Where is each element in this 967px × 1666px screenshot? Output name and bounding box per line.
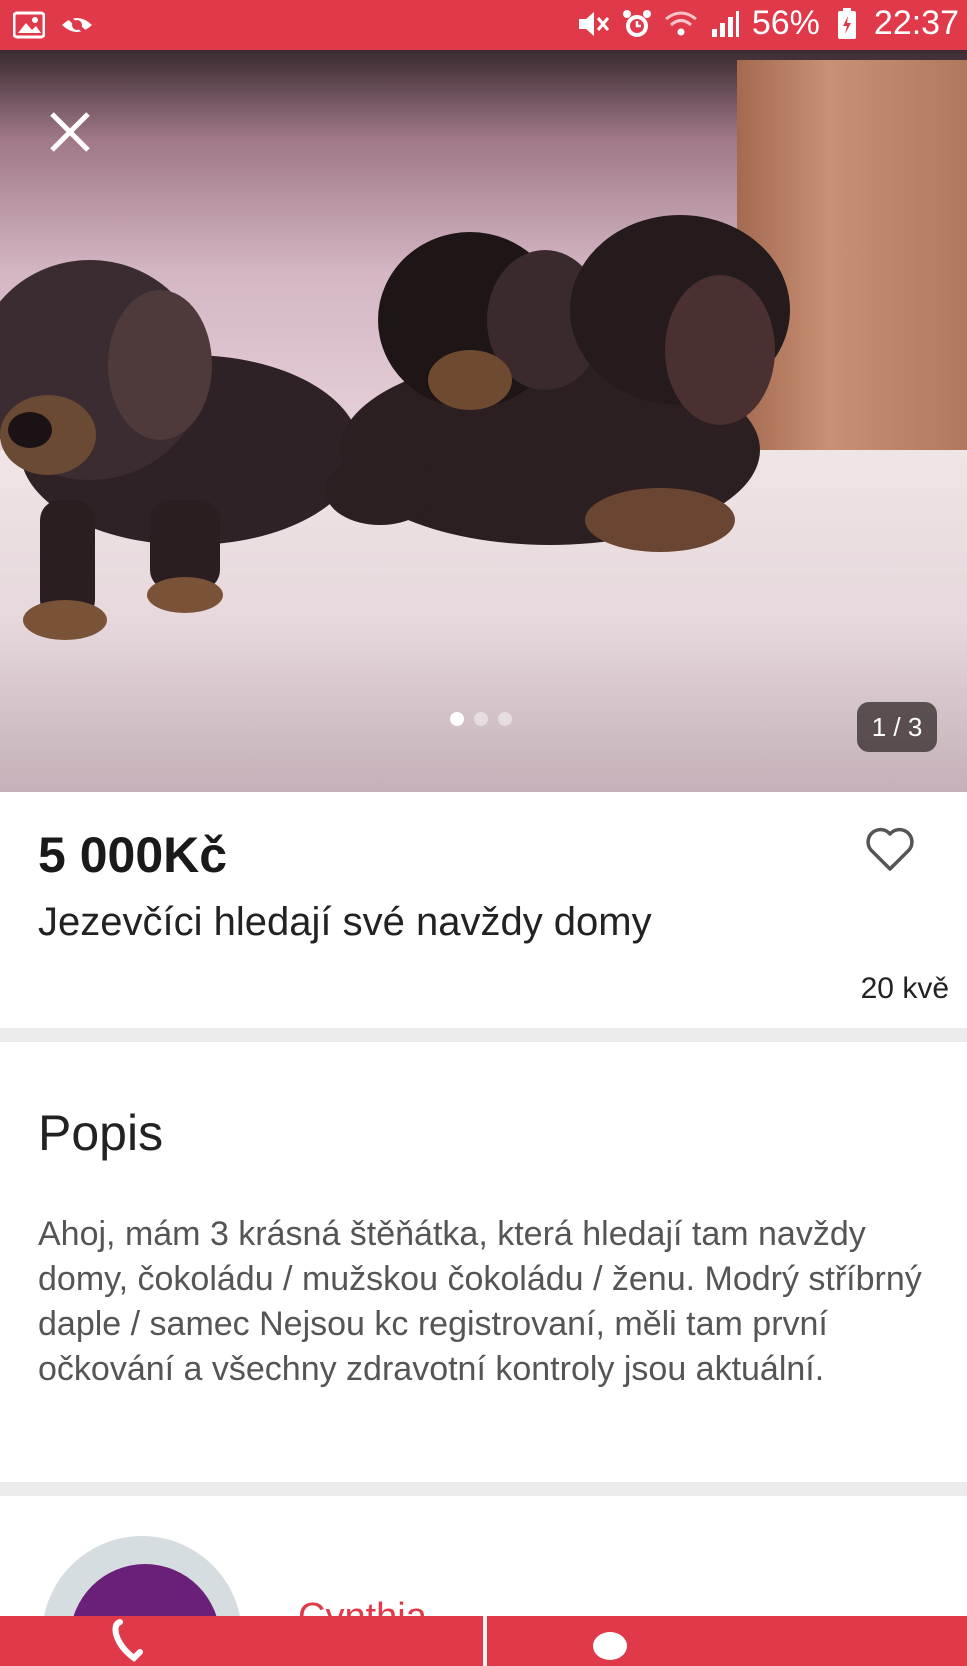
seller-section[interactable]: Cynthia [0,1496,967,1616]
puppies-image [0,215,790,640]
battery-icon [830,7,864,41]
description-section: Popis Ahoj, mám 3 krásná štěňátka, která… [0,1042,967,1482]
heart-icon [866,827,914,871]
gallery-dot-active [450,712,464,726]
gallery-dot [498,712,512,726]
status-bar-right: 56% 22:37 [576,4,959,43]
listing-photo[interactable]: 1 / 3 [0,50,967,792]
seller-name[interactable]: Cynthia [298,1596,427,1616]
close-icon [50,112,90,152]
bottom-action-bar [0,1616,967,1666]
alarm-icon [620,7,654,41]
call-button[interactable] [110,1616,150,1666]
gallery-icon [12,8,46,42]
eye-off-icon [60,8,94,42]
avatar[interactable] [42,1536,242,1616]
battery-percent: 56% [751,4,820,42]
status-bar: 56% 22:37 [0,0,967,50]
phone-icon [112,1619,143,1662]
favorite-button[interactable] [863,822,917,876]
signal-icon [708,7,742,41]
description-text: Ahoj, mám 3 krásná štěňátka, která hleda… [38,1215,922,1388]
gallery-counter: 1 / 3 [857,702,937,752]
bottom-bar-divider [483,1616,487,1666]
status-bar-left [12,8,94,42]
gallery-dot [474,712,488,726]
chat-icon [593,1632,627,1660]
description-heading: Popis [38,1105,164,1161]
section-divider [0,1482,967,1496]
close-button[interactable] [42,104,98,160]
gallery-pagination-dots [450,712,512,726]
listing-price: 5 000Kč [38,827,228,883]
listing-date: 20 kvě [860,972,949,1005]
mute-icon [576,7,610,41]
listing-header: 5 000Kč Jezevčíci hledají své navždy dom… [0,792,967,1028]
wifi-icon [664,7,698,41]
clock: 22:37 [873,4,959,42]
section-divider [0,1028,967,1042]
avatar-image [70,1564,220,1616]
message-button[interactable] [590,1616,630,1666]
listing-title: Jezevčíci hledají své navždy domy [38,900,652,944]
